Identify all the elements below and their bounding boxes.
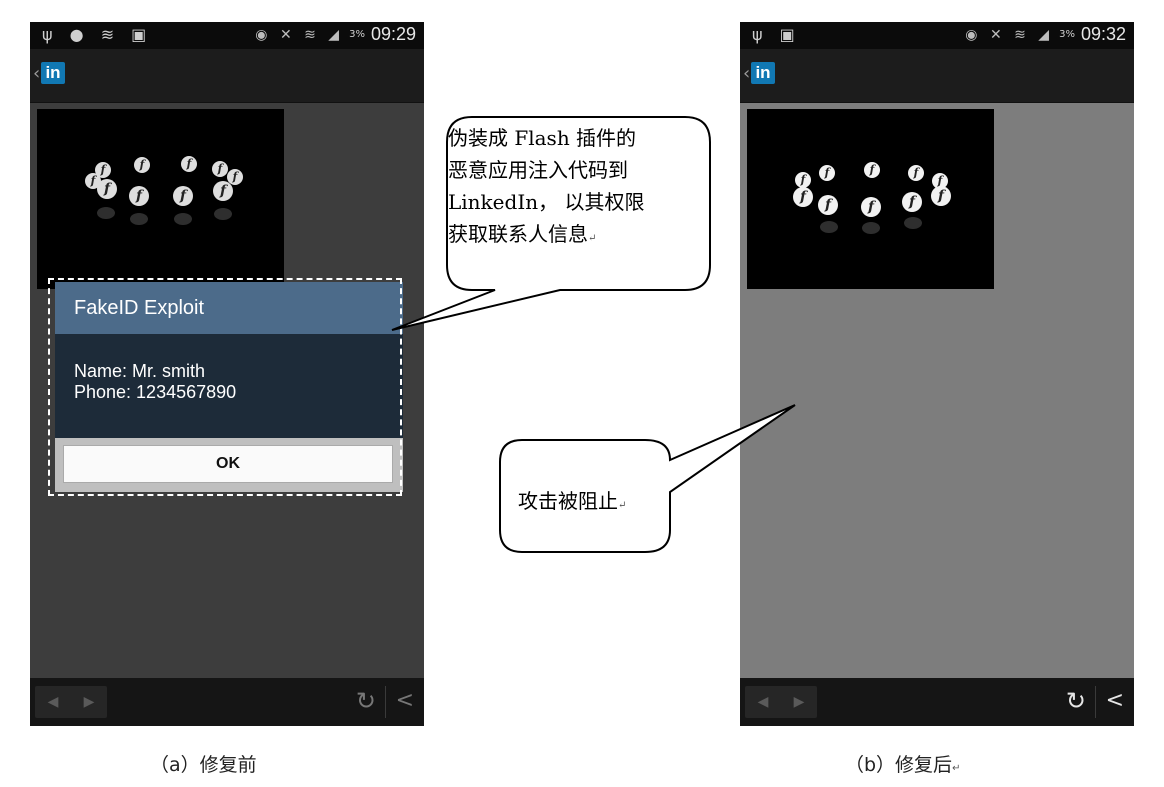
callout-text-before: 伪装成 Flash 插件的 恶意应用注入代码到 LinkedIn， 以其权限 获… bbox=[448, 122, 713, 255]
speech-bubble-after bbox=[499, 404, 796, 553]
callout-line: 恶意应用注入代码到 bbox=[448, 158, 628, 182]
return-mark: ↵ bbox=[588, 233, 597, 244]
callout-line-text: 获取联系人信息 bbox=[448, 222, 588, 246]
callout-text-after: 攻击被阻止↵ bbox=[518, 485, 658, 514]
callout-line: LinkedIn， 以其权限 bbox=[448, 190, 645, 214]
callout-line: 伪装成 Flash 插件的 bbox=[448, 126, 637, 150]
caption-before: （a）修复前 bbox=[150, 754, 257, 776]
return-mark: ↵ bbox=[952, 763, 961, 774]
return-mark: ↵ bbox=[618, 500, 627, 511]
caption-after: （b）修复后 bbox=[845, 754, 953, 776]
caption-after-wrap: （b）修复后↵ bbox=[845, 750, 960, 777]
callout-shapes bbox=[391, 116, 796, 553]
callout-line: 获取联系人信息↵ bbox=[448, 218, 713, 255]
callout-blocked-text: 攻击被阻止 bbox=[518, 489, 618, 513]
